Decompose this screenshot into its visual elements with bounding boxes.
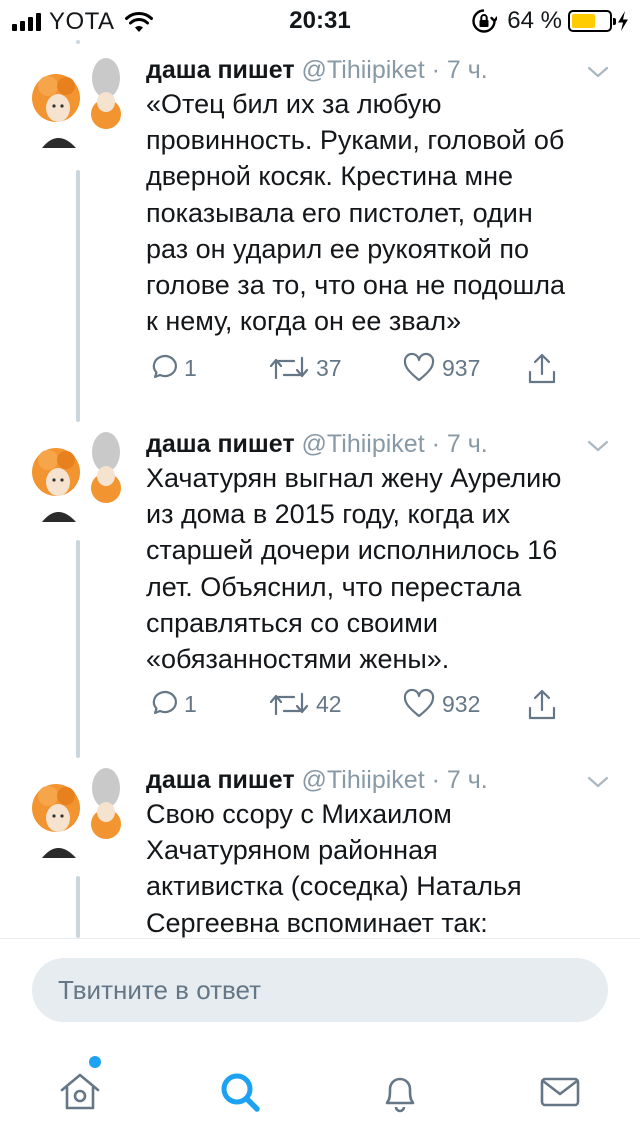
share-icon — [528, 689, 556, 720]
tab-notifications[interactable] — [370, 1062, 430, 1122]
share-button[interactable] — [526, 352, 558, 386]
tweet-text-line: к нему, когда он ее звал» — [146, 306, 462, 337]
tweet-actions: 1 37 937 — [146, 352, 586, 392]
tab-messages[interactable] — [530, 1062, 590, 1122]
heart-icon — [403, 352, 435, 382]
tweet-text-line: лет. Объяснил, что перестала — [146, 571, 522, 602]
tweet-time: 7 ч. — [446, 430, 488, 458]
avatar[interactable] — [26, 430, 130, 530]
tab-search[interactable] — [210, 1062, 270, 1122]
tweet-text-line: Хачатурян выгнал жену Аурелию — [146, 463, 562, 493]
tweet-text-line: раз он ударил ее рукояткой по — [146, 233, 529, 264]
tweet-time: 7 ч. — [446, 56, 488, 84]
thread-connector — [76, 876, 80, 938]
separator: · — [431, 56, 440, 84]
share-button[interactable] — [526, 688, 558, 722]
share-icon — [528, 353, 556, 384]
tweet-header: даша пишет @Tihiipiket · 7 ч. — [146, 766, 488, 795]
author-name[interactable]: даша пишет — [146, 430, 295, 458]
tweet-header: даша пишет @Tihiipiket · 7 ч. — [146, 430, 488, 459]
author-name[interactable]: даша пишет — [146, 56, 295, 84]
reply-placeholder: Твитните в ответ — [58, 974, 262, 1005]
like-button[interactable]: 937 — [402, 352, 480, 384]
tab-home[interactable] — [50, 1062, 110, 1122]
tweet-actions: 1 42 932 — [146, 688, 586, 728]
reply-count: 1 — [184, 690, 197, 717]
reply-icon — [152, 690, 177, 715]
reply-input[interactable]: Твитните в ответ — [32, 958, 608, 1022]
reply-button[interactable]: 1 — [146, 688, 197, 720]
messages-icon — [540, 1077, 580, 1107]
author-handle[interactable]: @Tihiipiket — [302, 430, 425, 458]
avatar[interactable] — [26, 56, 130, 156]
search-icon — [221, 1073, 260, 1112]
battery-icon — [568, 10, 616, 32]
thread-connector — [76, 540, 80, 758]
tweet-text-line: справляться со своими — [146, 607, 438, 638]
tweet-time: 7 ч. — [446, 766, 488, 794]
new-content-dot — [89, 1056, 101, 1068]
tweet-thread[interactable]: даша пишет @Tihiipiket · 7 ч. «Отец бил … — [0, 40, 640, 938]
separator: · — [431, 766, 440, 794]
tweet-text-line: активистка (соседка) Наталья — [146, 871, 522, 902]
heart-icon — [403, 688, 435, 718]
tweet-text-line: «Отец бил их за любую — [146, 89, 442, 119]
tweet-header: даша пишет @Tihiipiket · 7 ч. — [146, 56, 488, 85]
author-name[interactable]: даша пишет — [146, 766, 295, 794]
tweet-text-line: «обязанностями жены». — [146, 644, 450, 675]
charging-bolt-icon — [618, 11, 628, 31]
reply-button[interactable]: 1 — [146, 352, 197, 384]
thread-connector — [76, 170, 80, 422]
retweet-count: 42 — [316, 690, 342, 717]
tweet-text-line: провинность. Руками, головой об — [146, 125, 565, 156]
notifications-icon — [385, 1077, 415, 1113]
retweet-button[interactable]: 37 — [268, 352, 342, 384]
retweet-icon — [269, 356, 309, 380]
status-bar: YOTA 20:31 64 % — [0, 0, 640, 40]
like-count: 932 — [442, 690, 481, 717]
separator: · — [431, 430, 440, 458]
tweet-text-line: Свою ссору с Михаилом — [146, 799, 452, 829]
author-handle[interactable]: @Tihiipiket — [302, 766, 425, 794]
tweet-text-line: из дома в 2015 году, когда их — [146, 499, 511, 530]
retweet-button[interactable]: 42 — [268, 688, 342, 720]
tweet-text-line: Сергеевна вспоминает так: — [146, 907, 488, 938]
reply-icon — [152, 354, 177, 379]
like-button[interactable]: 932 — [402, 688, 480, 720]
orientation-lock-icon — [472, 9, 498, 33]
chevron-down-icon[interactable] — [586, 64, 610, 80]
tweet-text-line: показывала его пистолет, один — [146, 197, 533, 228]
tweet-text: Свою ссору с Михаилом Хачатуряном районн… — [146, 796, 616, 938]
home-icon — [60, 1073, 100, 1110]
avatar[interactable] — [26, 766, 130, 866]
tweet-text-line: голове за то, что она не подошла — [146, 270, 566, 301]
reply-count: 1 — [184, 354, 197, 381]
like-count: 937 — [442, 354, 481, 381]
chevron-down-icon[interactable] — [586, 438, 610, 454]
tweet-text: Хачатурян выгнал жену Аурелию из дома в … — [146, 460, 616, 677]
tweet-text-line: дверной косяк. Крестина мне — [146, 161, 514, 192]
tweet-text-line: Хачатуряном районная — [146, 835, 438, 866]
divider — [0, 938, 640, 939]
tweet-text-line: старшей дочери исполнилось 16 — [146, 535, 558, 566]
battery-percentage: 64 % — [507, 7, 562, 34]
tab-bar — [0, 1040, 640, 1136]
retweet-icon — [269, 692, 309, 716]
retweet-count: 37 — [316, 354, 342, 381]
tweet-text: «Отец бил их за любую провинность. Рукам… — [146, 86, 616, 339]
author-handle[interactable]: @Tihiipiket — [302, 56, 425, 84]
thread-connector — [76, 40, 80, 44]
chevron-down-icon[interactable] — [586, 774, 610, 790]
